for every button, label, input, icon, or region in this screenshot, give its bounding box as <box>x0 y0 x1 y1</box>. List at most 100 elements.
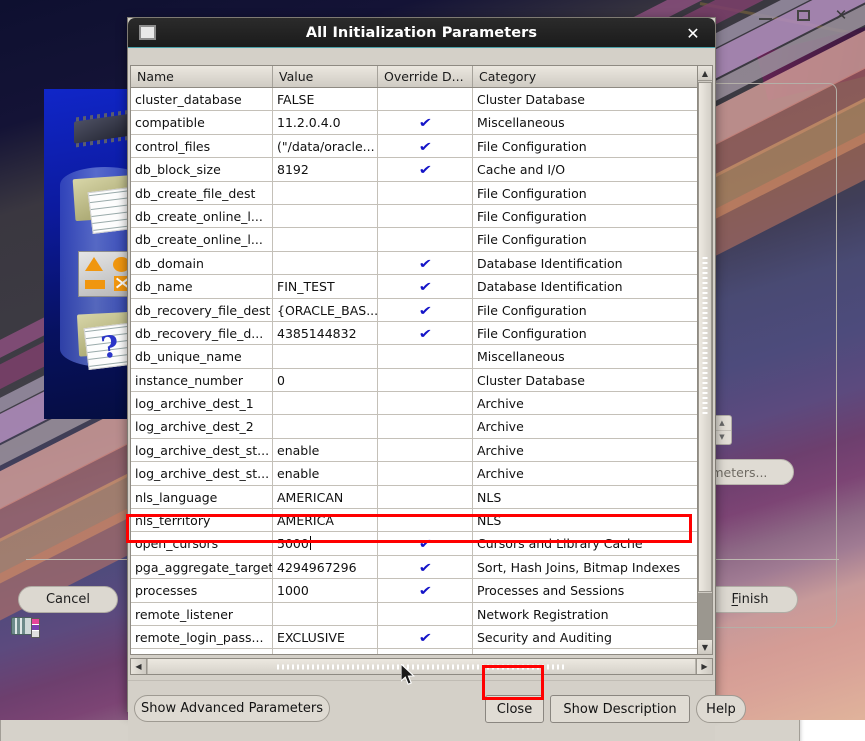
table-row[interactable]: remote_listener Network Registration <box>131 603 712 626</box>
cell-category[interactable]: NLS <box>473 486 712 508</box>
cell-parameter-name[interactable]: db_domain <box>131 252 273 274</box>
cell-parameter-value[interactable]: 1000 <box>273 579 378 601</box>
cell-category[interactable]: Security and Auditing <box>473 626 712 648</box>
cell-category[interactable]: Cache and I/O <box>473 158 712 180</box>
cell-override-default[interactable] <box>378 345 473 367</box>
table-row[interactable]: compatible11.2.0.4.0✔Miscellaneous <box>131 111 712 134</box>
cell-category[interactable]: File Configuration <box>473 205 712 227</box>
cell-parameter-value[interactable]: 8192 <box>273 158 378 180</box>
cell-override-default[interactable]: ✔ <box>378 649 473 654</box>
scrollbar-thumb[interactable] <box>698 82 712 592</box>
table-row[interactable]: db_create_online_l... File Configuration <box>131 228 712 251</box>
cell-override-default[interactable]: ✔ <box>378 111 473 133</box>
cell-parameter-name[interactable]: nls_language <box>131 486 273 508</box>
scroll-left-icon[interactable]: ◀ <box>131 659 147 674</box>
cell-override-default[interactable] <box>378 228 473 250</box>
cell-parameter-name[interactable]: log_archive_dest_st... <box>131 462 273 484</box>
cell-parameter-name[interactable]: remote_login_pass... <box>131 626 273 648</box>
window-controls[interactable]: ✕ <box>755 0 865 31</box>
finish-button[interactable]: Finish <box>702 586 798 613</box>
parameters-table[interactable]: Name Value Override D... Category cluste… <box>130 65 713 655</box>
cell-parameter-name[interactable]: pga_aggregate_target <box>131 556 273 578</box>
table-row[interactable]: log_archive_dest_2Archive <box>131 415 712 438</box>
cell-parameter-name[interactable]: remote_listener <box>131 603 273 625</box>
cell-category[interactable]: Database Identification <box>473 252 712 274</box>
cell-parameter-name[interactable]: db_create_file_dest <box>131 182 273 204</box>
table-row[interactable]: db_nameFIN_TEST✔Database Identification <box>131 275 712 298</box>
cell-category[interactable]: Archive <box>473 392 712 414</box>
show-description-button[interactable]: Show Description <box>550 695 690 723</box>
table-row[interactable]: pga_aggregate_target4294967296✔Sort, Has… <box>131 556 712 579</box>
cell-override-default[interactable] <box>378 486 473 508</box>
table-row[interactable]: control_files("/data/oracle...✔File Conf… <box>131 135 712 158</box>
table-row[interactable]: sessions1105✔Processes and Sessions <box>131 649 712 654</box>
close-icon[interactable]: ✕ <box>683 23 703 43</box>
cell-parameter-value[interactable]: 0 <box>273 369 378 391</box>
cell-parameter-name[interactable]: db_recovery_file_dest <box>131 299 273 321</box>
cell-override-default[interactable] <box>378 439 473 461</box>
cell-parameter-name[interactable]: db_create_online_l... <box>131 228 273 250</box>
cell-override-default[interactable]: ✔ <box>378 275 473 297</box>
cell-category[interactable]: Network Registration <box>473 603 712 625</box>
minimize-icon[interactable] <box>755 6 775 26</box>
cell-override-default[interactable] <box>378 182 473 204</box>
cell-parameter-value[interactable]: AMERICA <box>273 509 378 531</box>
cell-parameter-value[interactable] <box>273 415 378 437</box>
show-advanced-parameters-button[interactable]: Show Advanced Parameters <box>134 695 330 722</box>
cell-parameter-value[interactable]: FALSE <box>273 88 378 110</box>
cell-parameter-name[interactable]: db_block_size <box>131 158 273 180</box>
cell-parameter-value[interactable]: ("/data/oracle... <box>273 135 378 157</box>
all-initialization-parameters-dialog[interactable]: All Initialization Parameters ✕ Name Val… <box>127 17 716 712</box>
cell-parameter-value[interactable] <box>273 345 378 367</box>
cell-parameter-name[interactable]: db_unique_name <box>131 345 273 367</box>
column-header-value[interactable]: Value <box>273 66 378 87</box>
cell-parameter-value[interactable] <box>273 252 378 274</box>
cell-category[interactable]: Processes and Sessions <box>473 649 712 654</box>
cell-parameter-value[interactable]: 1105 <box>273 649 378 654</box>
cell-category[interactable]: File Configuration <box>473 135 712 157</box>
table-row[interactable]: nls_territoryAMERICANLS <box>131 509 712 532</box>
table-row[interactable]: log_archive_dest_st...enableArchive <box>131 462 712 485</box>
cancel-button[interactable]: Cancel <box>18 586 118 613</box>
table-row[interactable]: db_recovery_file_d...4385144832✔File Con… <box>131 322 712 345</box>
close-icon[interactable]: ✕ <box>831 6 851 26</box>
cell-override-default[interactable]: ✔ <box>378 322 473 344</box>
help-button[interactable]: Help <box>696 695 746 723</box>
table-row[interactable]: cluster_databaseFALSECluster Database <box>131 88 712 111</box>
cell-override-default[interactable]: ✔ <box>378 579 473 601</box>
cell-category[interactable]: Miscellaneous <box>473 111 712 133</box>
cell-category[interactable]: Miscellaneous <box>473 345 712 367</box>
cell-category[interactable]: Archive <box>473 439 712 461</box>
table-row[interactable]: nls_languageAMERICANNLS <box>131 486 712 509</box>
dialog-titlebar[interactable]: All Initialization Parameters ✕ <box>128 18 715 48</box>
cell-parameter-name[interactable]: db_create_online_l... <box>131 205 273 227</box>
cell-category[interactable]: Cluster Database <box>473 369 712 391</box>
cell-override-default[interactable]: ✔ <box>378 135 473 157</box>
cell-override-default[interactable] <box>378 462 473 484</box>
cell-category[interactable]: File Configuration <box>473 228 712 250</box>
cell-override-default[interactable] <box>378 603 473 625</box>
cell-parameter-name[interactable]: cluster_database <box>131 88 273 110</box>
cell-parameter-name[interactable]: sessions <box>131 649 273 654</box>
cell-parameter-value[interactable]: 5000 <box>273 532 378 554</box>
cell-category[interactable]: Processes and Sessions <box>473 579 712 601</box>
scroll-up-icon[interactable]: ▲ <box>698 66 712 81</box>
cell-category[interactable]: Database Identification <box>473 275 712 297</box>
cell-parameter-value[interactable]: 11.2.0.4.0 <box>273 111 378 133</box>
cell-override-default[interactable] <box>378 392 473 414</box>
cell-parameter-name[interactable]: control_files <box>131 135 273 157</box>
cell-parameter-name[interactable]: log_archive_dest_1 <box>131 392 273 414</box>
scrollbar-thumb[interactable] <box>147 659 696 674</box>
cell-override-default[interactable] <box>378 88 473 110</box>
cell-category[interactable]: File Configuration <box>473 322 712 344</box>
column-header-override[interactable]: Override D... <box>378 66 473 87</box>
cell-parameter-name[interactable]: nls_territory <box>131 509 273 531</box>
cell-parameter-value[interactable] <box>273 228 378 250</box>
cell-parameter-value[interactable]: 4294967296 <box>273 556 378 578</box>
cell-override-default[interactable]: ✔ <box>378 158 473 180</box>
cell-parameter-value[interactable]: enable <box>273 439 378 461</box>
cell-parameter-name[interactable]: db_name <box>131 275 273 297</box>
cell-parameter-name[interactable]: processes <box>131 579 273 601</box>
cell-parameter-name[interactable]: db_recovery_file_d... <box>131 322 273 344</box>
cell-category[interactable]: File Configuration <box>473 299 712 321</box>
